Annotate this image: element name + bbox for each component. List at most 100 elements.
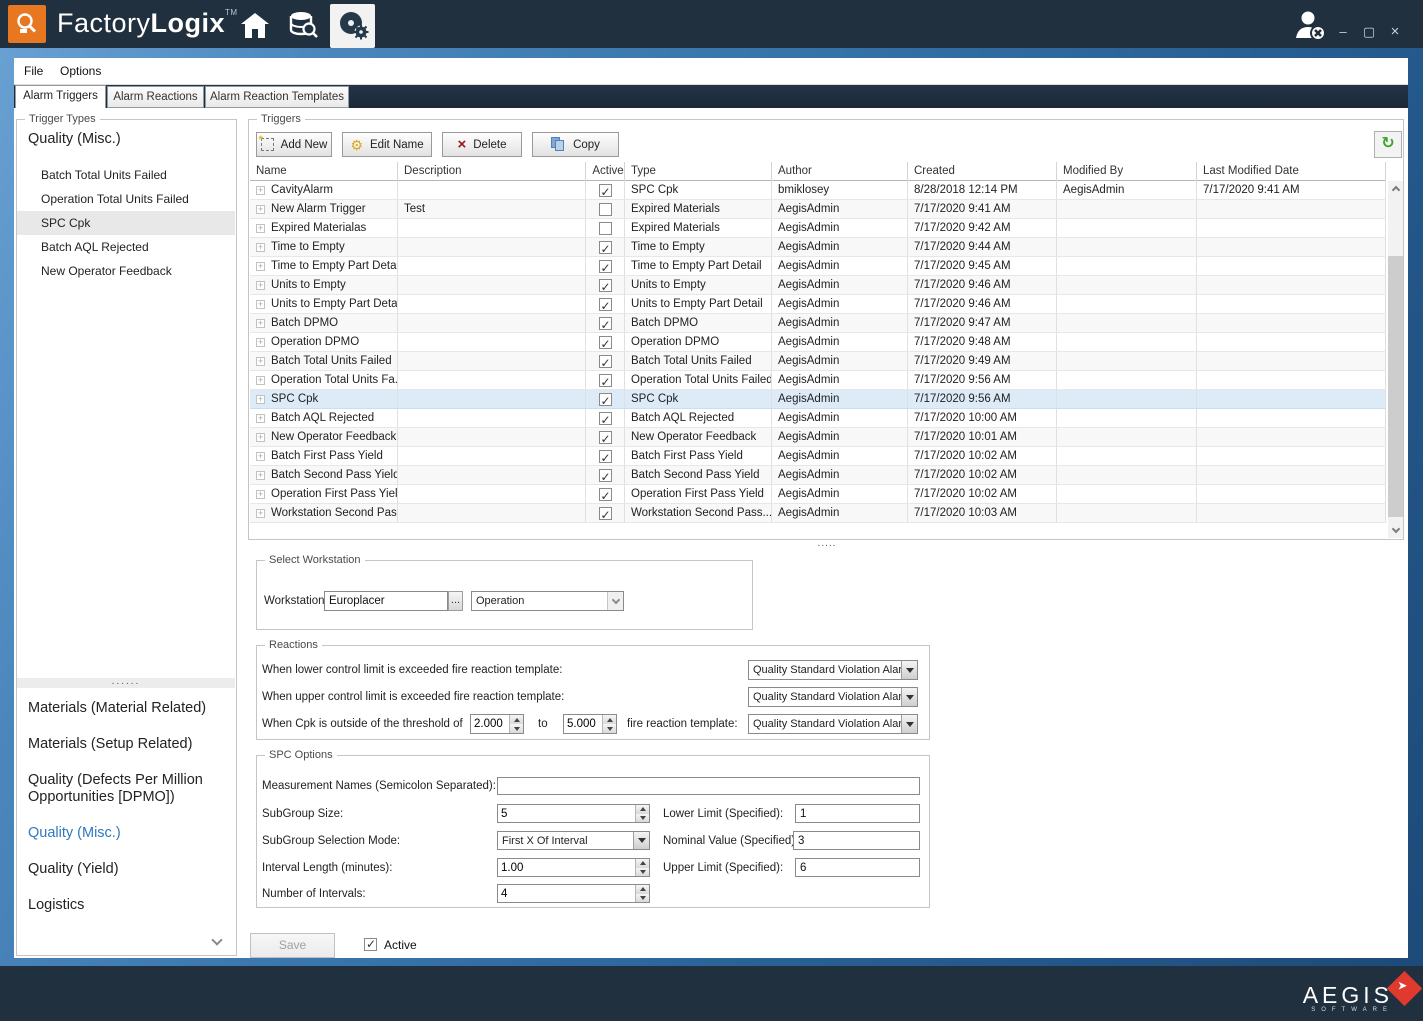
- table-row[interactable]: +New Operator FeedbackNew Operator Feedb…: [250, 428, 1386, 447]
- category-logistics[interactable]: Logistics: [28, 897, 226, 914]
- cpk-to-spinner[interactable]: [563, 714, 617, 734]
- tab-alarm-triggers[interactable]: Alarm Triggers: [15, 85, 106, 108]
- column-header-created[interactable]: Created: [908, 162, 1057, 181]
- expand-icon[interactable]: +: [256, 357, 265, 366]
- expand-icon[interactable]: +: [256, 509, 265, 518]
- category-quality-misc-[interactable]: Quality (Misc.): [28, 825, 226, 842]
- expand-icon[interactable]: +: [256, 281, 265, 290]
- table-row[interactable]: +Batch First Pass YieldBatch First Pass …: [250, 447, 1386, 466]
- expand-icon[interactable]: +: [256, 452, 265, 461]
- spin-up-icon[interactable]: [636, 885, 649, 894]
- minimize-button[interactable]: –: [1332, 24, 1354, 42]
- table-row[interactable]: +Time to Empty Part DetailTime to Empty …: [250, 257, 1386, 276]
- expand-icon[interactable]: +: [256, 262, 265, 271]
- edit-name-button[interactable]: ⚙ Edit Name: [342, 132, 432, 157]
- upper-limit-reaction-dropdown[interactable]: Quality Standard Violation Alarm: [748, 687, 918, 707]
- active-checkbox[interactable]: [599, 450, 612, 463]
- sidebar-item-batch-aql-rejected[interactable]: Batch AQL Rejected: [17, 235, 235, 259]
- column-header-name[interactable]: Name: [250, 162, 398, 181]
- interval-length-input[interactable]: [498, 859, 635, 876]
- table-row[interactable]: +Operation DPMOOperation DPMOAegisAdmin7…: [250, 333, 1386, 352]
- dropdown-arrow-icon[interactable]: [901, 688, 917, 706]
- horizontal-splitter[interactable]: .....: [250, 541, 1404, 550]
- table-row[interactable]: +Batch Total Units FailedBatch Total Uni…: [250, 352, 1386, 371]
- copy-button[interactable]: Copy: [532, 132, 619, 157]
- table-row[interactable]: +Operation Total Units Fa...Operation To…: [250, 371, 1386, 390]
- tab-alarm-reactions[interactable]: Alarm Reactions: [107, 86, 204, 108]
- spin-down-icon[interactable]: [510, 724, 523, 733]
- sidebar-splitter[interactable]: ......: [17, 678, 235, 688]
- active-checkbox[interactable]: [599, 317, 612, 330]
- active-checkbox[interactable]: [599, 184, 612, 197]
- measurement-names-input[interactable]: [497, 777, 920, 795]
- expand-icon[interactable]: +: [256, 243, 265, 252]
- active-checkbox[interactable]: [599, 469, 612, 482]
- sidebar-chevron-down-icon[interactable]: [213, 933, 221, 947]
- expand-icon[interactable]: +: [256, 414, 265, 423]
- sidebar-item-spc-cpk[interactable]: SPC Cpk: [17, 211, 235, 235]
- active-checkbox[interactable]: [599, 241, 612, 254]
- table-row[interactable]: +Workstation Second Pas...Workstation Se…: [250, 504, 1386, 523]
- active-checkbox[interactable]: [599, 507, 612, 520]
- active-checkbox[interactable]: [599, 412, 612, 425]
- spin-up-icon[interactable]: [636, 805, 649, 814]
- sidebar-item-operation-total-units-failed[interactable]: Operation Total Units Failed: [17, 187, 235, 211]
- table-row[interactable]: +Units to EmptyUnits to EmptyAegisAdmin7…: [250, 276, 1386, 295]
- expand-icon[interactable]: +: [256, 395, 265, 404]
- expand-icon[interactable]: +: [256, 338, 265, 347]
- cpk-from-input[interactable]: [471, 715, 509, 733]
- expand-icon[interactable]: +: [256, 433, 265, 442]
- scroll-down-icon[interactable]: [1388, 523, 1403, 538]
- spin-up-icon[interactable]: [636, 859, 649, 868]
- spin-down-icon[interactable]: [636, 868, 649, 877]
- dropdown-arrow-icon[interactable]: [901, 661, 917, 679]
- expand-icon[interactable]: +: [256, 376, 265, 385]
- active-checkbox[interactable]: [599, 336, 612, 349]
- table-row[interactable]: +Batch AQL RejectedBatch AQL RejectedAeg…: [250, 409, 1386, 428]
- table-row[interactable]: +Operation First Pass YieldOperation Fir…: [250, 485, 1386, 504]
- home-icon[interactable]: [238, 10, 272, 40]
- category-quality-defects-per-million-opportunities-dpmo-[interactable]: Quality (Defects Per Million Opportuniti…: [28, 772, 226, 806]
- active-checkbox[interactable]: [599, 298, 612, 311]
- lower-limit-reaction-dropdown[interactable]: Quality Standard Violation Alarm: [748, 660, 918, 680]
- active-checkbox[interactable]: [599, 355, 612, 368]
- table-row[interactable]: +Batch Second Pass YieldBatch Second Pas…: [250, 466, 1386, 485]
- table-row[interactable]: +New Alarm TriggerTestExpired MaterialsA…: [250, 200, 1386, 219]
- column-header-modified-by[interactable]: Modified By: [1057, 162, 1197, 181]
- close-button[interactable]: ×: [1384, 24, 1406, 42]
- menu-options[interactable]: Options: [54, 58, 107, 85]
- scroll-up-icon[interactable]: [1388, 181, 1403, 196]
- lower-limit-input[interactable]: [795, 804, 920, 823]
- cpk-from-spinner[interactable]: [470, 714, 524, 734]
- expand-icon[interactable]: +: [256, 300, 265, 309]
- active-checkbox[interactable]: [599, 393, 612, 406]
- interval-length-spinner[interactable]: [497, 858, 650, 877]
- sidebar-item-batch-total-units-failed[interactable]: Batch Total Units Failed: [17, 163, 235, 187]
- active-checkbox[interactable]: [599, 488, 612, 501]
- category-quality-yield-[interactable]: Quality (Yield): [28, 861, 226, 878]
- column-header-active[interactable]: Active: [586, 162, 625, 181]
- cpk-reaction-dropdown[interactable]: Quality Standard Violation Alarm: [748, 714, 918, 734]
- tab-alarm-reaction-templates[interactable]: Alarm Reaction Templates: [205, 86, 349, 108]
- active-checkbox[interactable]: [599, 279, 612, 292]
- refresh-button[interactable]: ↻: [1374, 131, 1402, 158]
- spin-down-icon[interactable]: [636, 894, 649, 903]
- spin-down-icon[interactable]: [636, 814, 649, 823]
- category-materials-setup-related-[interactable]: Materials (Setup Related): [28, 736, 226, 753]
- active-checkbox[interactable]: [599, 431, 612, 444]
- active-checkbox[interactable]: [599, 222, 612, 235]
- workstation-mode-dropdown[interactable]: Operation: [471, 591, 624, 611]
- table-row[interactable]: +Expired MaterialasExpired MaterialsAegi…: [250, 219, 1386, 238]
- spin-down-icon[interactable]: [603, 724, 616, 733]
- number-of-intervals-input[interactable]: [498, 885, 635, 902]
- expand-icon[interactable]: +: [256, 205, 265, 214]
- active-checkbox[interactable]: [599, 260, 612, 273]
- menu-file[interactable]: File: [18, 58, 49, 85]
- table-row[interactable]: +Batch DPMOBatch DPMOAegisAdmin7/17/2020…: [250, 314, 1386, 333]
- maximize-button[interactable]: ▢: [1358, 24, 1380, 42]
- scrollbar-thumb[interactable]: [1388, 256, 1403, 517]
- table-row[interactable]: +SPC CpkSPC CpkAegisAdmin7/17/2020 9:56 …: [250, 390, 1386, 409]
- save-button[interactable]: Save: [250, 933, 335, 958]
- table-row[interactable]: +Time to EmptyTime to EmptyAegisAdmin7/1…: [250, 238, 1386, 257]
- column-header-type[interactable]: Type: [625, 162, 772, 181]
